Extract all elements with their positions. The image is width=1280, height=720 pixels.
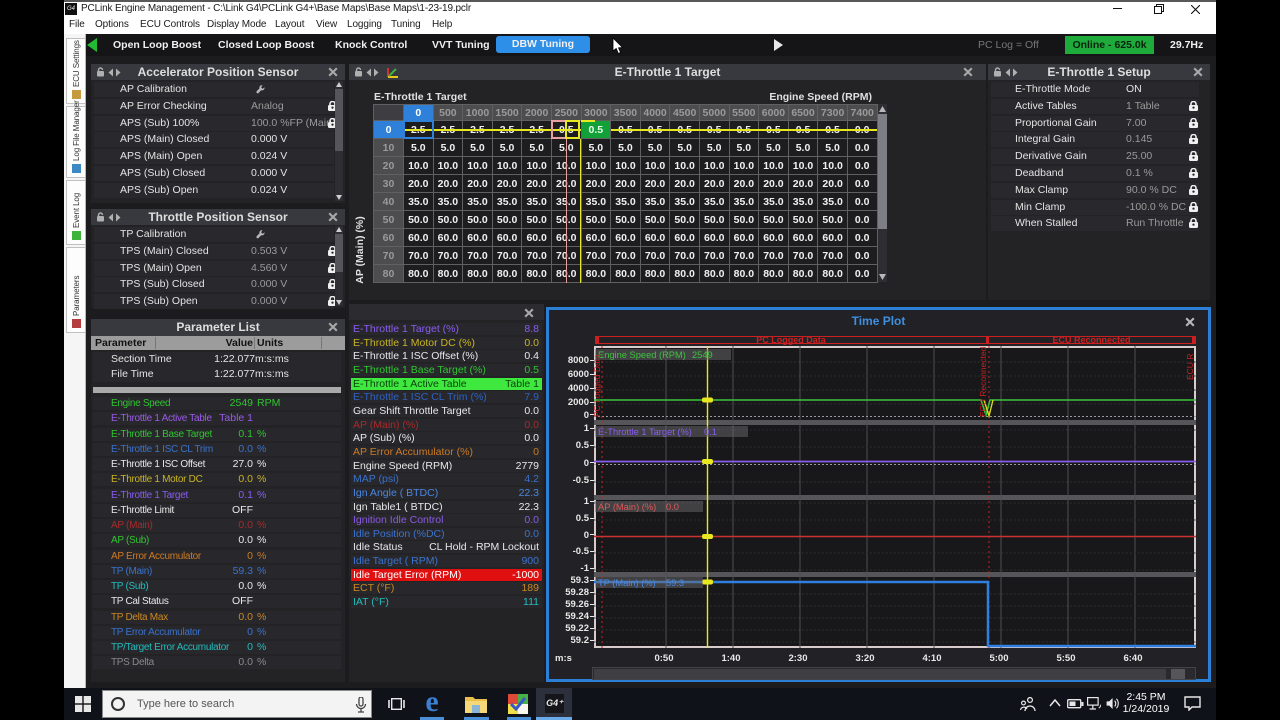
svg-text:0.1: 0.1 xyxy=(704,427,717,437)
svg-text:ECU R: ECU R xyxy=(1185,354,1195,380)
svg-text:ECU Reconnected: ECU Reconnected xyxy=(978,346,988,417)
svg-text:E-Throttle 1 Target (%): E-Throttle 1 Target (%) xyxy=(598,427,692,437)
svg-text:2549: 2549 xyxy=(692,350,713,360)
svg-text:Engine Speed (RPM): Engine Speed (RPM) xyxy=(598,350,686,360)
svg-text:PC Logged Data: PC Logged Data xyxy=(594,354,602,417)
svg-text:AP (Main) (%): AP (Main) (%) xyxy=(598,502,656,512)
svg-text:0.0: 0.0 xyxy=(666,502,679,512)
svg-text:TP (Main) (%): TP (Main) (%) xyxy=(598,578,656,588)
svg-text:59.3: 59.3 xyxy=(666,578,684,588)
